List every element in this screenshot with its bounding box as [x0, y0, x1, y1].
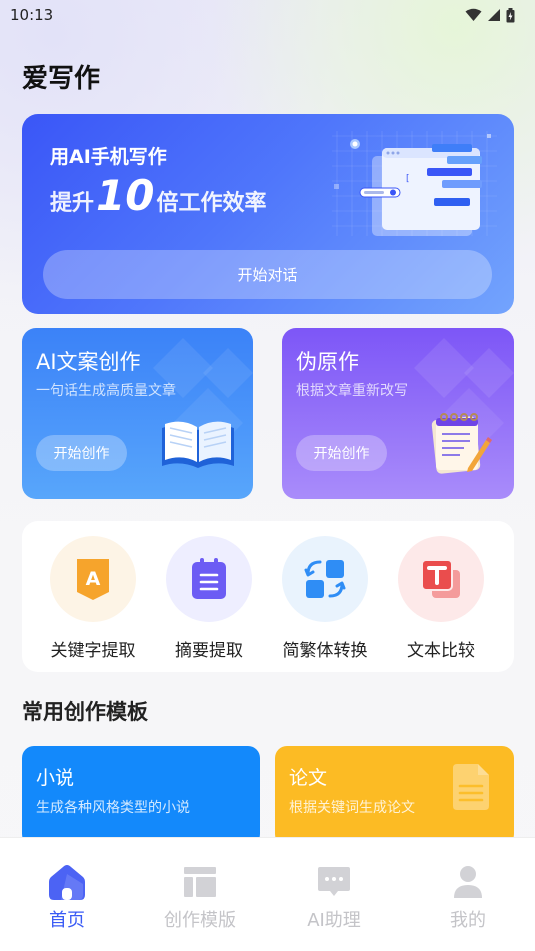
chat-bubble-icon [318, 867, 350, 896]
start-creating-button[interactable]: 开始创作 [296, 435, 387, 471]
tool-keyword-extract[interactable]: A 关键字提取 [38, 536, 148, 661]
hero-headline-number: 10 [96, 171, 155, 220]
card-description: 根据文章重新改写 [296, 383, 408, 399]
section-title: 常用创作模板 [22, 700, 148, 724]
nav-icon-wrap [180, 862, 220, 902]
template-thesis[interactable]: 论文 根据关键词生成论文 [275, 746, 514, 846]
tool-text-compare[interactable]: 文本比较 [386, 536, 496, 661]
hero-headline-suffix: 倍工作效率 [156, 191, 267, 216]
wifi-icon [465, 8, 482, 21]
ai-copywriting-card[interactable]: AI文案创作 一句话生成高质量文章 开始创作 [22, 328, 253, 499]
nav-icon-wrap [47, 862, 87, 902]
clipboard-list-icon [192, 558, 226, 599]
tool-summary-extract[interactable]: 摘要提取 [154, 536, 264, 661]
template-title: 论文 [289, 767, 328, 789]
template-description: 根据关键词生成论文 [289, 800, 415, 816]
svg-text:A: A [86, 568, 101, 590]
tool-label: 简繁体转换 [282, 641, 368, 661]
convert-arrows-icon [304, 560, 346, 598]
nav-item-ai-assistant[interactable]: AI助理 [279, 862, 389, 932]
svg-text:[: [ [406, 174, 410, 184]
card-title: AI文案创作 [36, 350, 141, 374]
nav-icon-wrap [448, 862, 488, 902]
tool-icon-bg [398, 536, 484, 622]
nav-label: AI助理 [307, 910, 361, 931]
tools-panel: A 关键字提取 摘要提取 简繁体转换 文本比较 [22, 521, 514, 672]
tool-simplified-traditional[interactable]: 简繁体转换 [270, 536, 380, 661]
notepad-icon [431, 413, 492, 474]
tool-icon-bg: A [50, 536, 136, 622]
app-title: 爱写作 [22, 64, 101, 94]
nav-label: 创作模版 [164, 910, 236, 931]
template-title: 小说 [36, 767, 75, 789]
status-bar: 10:13 [0, 0, 535, 30]
hero-subtitle: 用AI手机写作 [50, 146, 167, 168]
user-icon [454, 866, 482, 898]
rewrite-card[interactable]: 伪原作 根据文章重新改写 开始创作 [282, 328, 514, 499]
status-icons [465, 7, 515, 23]
hero-banner: [ 用AI手机写作 提升 10 倍工作效率 开始对话 [22, 114, 514, 314]
tool-label: 文本比较 [407, 641, 475, 661]
nav-item-templates[interactable]: 创作模版 [145, 862, 255, 932]
template-novel[interactable]: 小说 生成各种风格类型的小说 [22, 746, 260, 846]
start-chat-button[interactable]: 开始对话 [43, 250, 492, 299]
tool-icon-bg [282, 536, 368, 622]
template-description: 生成各种风格类型的小说 [36, 800, 190, 816]
tool-label: 关键字提取 [50, 641, 136, 661]
status-time: 10:13 [10, 6, 54, 24]
keyword-badge-icon: A [77, 559, 109, 600]
document-icon [453, 764, 489, 810]
start-creating-button[interactable]: 开始创作 [36, 435, 127, 471]
hero-illustration: [ [332, 131, 497, 236]
nav-label: 首页 [49, 910, 85, 931]
open-book-icon [162, 421, 234, 468]
nav-icon-wrap [314, 862, 354, 902]
home-icon [49, 865, 85, 900]
tool-icon-bg [166, 536, 252, 622]
battery-icon [506, 7, 515, 22]
bottom-nav: 首页 创作模版 AI助理 我的 [0, 837, 535, 951]
nav-item-profile[interactable]: 我的 [413, 862, 523, 932]
hero-headline-prefix: 提升 [50, 191, 95, 216]
card-title: 伪原作 [296, 350, 359, 374]
template-icon [184, 867, 216, 897]
nav-label: 我的 [450, 910, 486, 931]
text-compare-icon [421, 559, 460, 598]
hero-headline: 提升 10 倍工作效率 [50, 171, 267, 220]
signal-icon [488, 9, 500, 21]
tool-label: 摘要提取 [175, 641, 243, 661]
card-description: 一句话生成高质量文章 [36, 383, 176, 399]
nav-item-home[interactable]: 首页 [12, 862, 122, 932]
